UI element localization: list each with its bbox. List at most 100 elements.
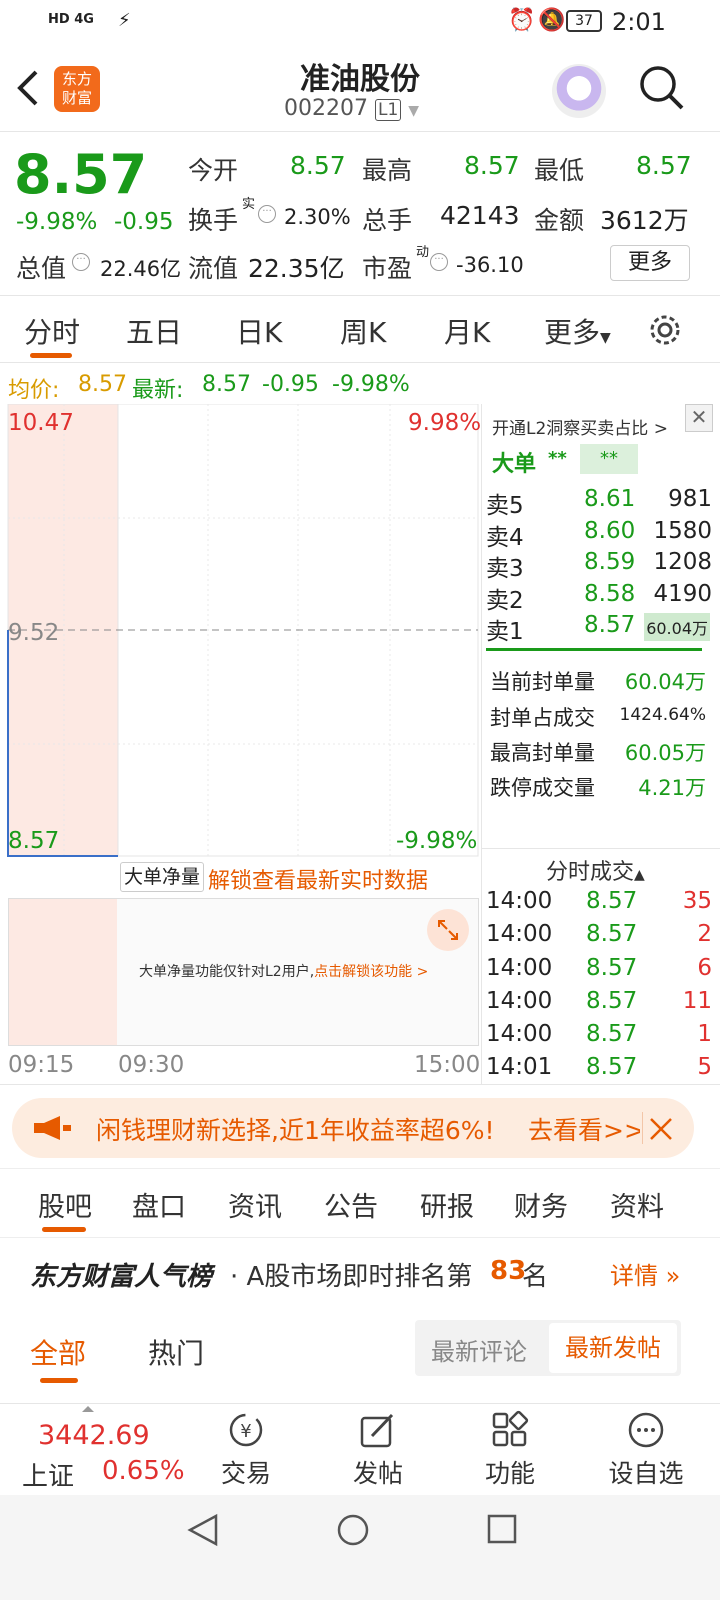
ask-volume: 4190 [653, 581, 712, 607]
ask-row[interactable]: 卖1 8.57 60.04万 [486, 612, 712, 645]
l2-notice: 大单净量功能仅针对L2用户,点击解锁该功能 > [139, 961, 428, 981]
ticks-header[interactable]: 分时成交▲ [546, 854, 645, 886]
ask-row[interactable]: 卖4 8.60 1580 [486, 518, 712, 551]
seal-value: 4.21万 [638, 776, 706, 800]
y-axis-mid: 9.52 [8, 620, 60, 646]
promo-cta[interactable]: 去看看>> [528, 1111, 640, 1147]
nav-post[interactable]: 发帖 [338, 1410, 418, 1494]
ask-row[interactable]: 卖3 8.59 1208 [486, 549, 712, 582]
avg-label: 均价: [8, 378, 60, 403]
y-axis-bottom: 8.57 [8, 828, 60, 854]
indicator-select[interactable]: 大单净量▼ [120, 862, 204, 914]
recents-square-icon[interactable] [486, 1513, 518, 1545]
turnover-value: 2.30% [284, 205, 351, 229]
app-logo[interactable]: 东方 财富 [54, 66, 100, 112]
tab-financials[interactable]: 财务 [514, 1185, 568, 1224]
nav-post-label: 发帖 [352, 1459, 403, 1488]
tab-hot[interactable]: 热门 [148, 1332, 204, 1372]
info-tabs: 股吧 盘口 资讯 公告 研报 财务 资料 [0, 1168, 720, 1238]
low-label: 最低 [534, 156, 585, 185]
indicator-chart: 大单净量功能仅针对L2用户,点击解锁该功能 > [8, 898, 479, 1046]
index-value[interactable]: 3442.69 [38, 1420, 150, 1451]
intraday-chart[interactable]: 10.47 9.52 8.57 9.98% -9.98% [0, 404, 481, 858]
info-icon[interactable]: ··· [72, 253, 90, 271]
ask-row[interactable]: 卖5 8.61 981 [486, 486, 712, 519]
tab-all[interactable]: 全部 [30, 1332, 86, 1372]
status-bar: HD 4G ⚡ ⏰ 🔕 37 2:01 [0, 0, 720, 44]
ask-label: 卖1 [486, 619, 524, 645]
change-percent: -9.98% [16, 209, 98, 235]
tab-more-label: 更多 [544, 316, 601, 349]
indicator-select-label: 大单净量 [124, 866, 201, 888]
close-icon[interactable] [648, 1116, 674, 1142]
sort-latest-comment[interactable]: 最新评论 [431, 1332, 527, 1367]
tick-volume: 1 [697, 1021, 712, 1047]
x-axis-mid: 09:30 [118, 1052, 185, 1078]
tick-price: 8.57 [586, 988, 638, 1014]
ranking-number: 83 [490, 1256, 527, 1286]
wifi-icon: ⚡ [118, 10, 131, 31]
float-value: 22.35亿 [248, 254, 345, 283]
more-button[interactable]: 更多 [610, 245, 690, 281]
ask-volume: 60.04万 [644, 613, 710, 641]
caret-down-icon: ▼ [600, 330, 611, 346]
ranking-detail-link[interactable]: 详情 » [610, 1256, 680, 1291]
volume-label: 总手 [362, 206, 413, 235]
tab-more[interactable]: 更多▼ [544, 311, 611, 351]
logo-line2: 财富 [61, 89, 92, 107]
expand-up-icon[interactable] [82, 1406, 94, 1412]
stock-code: 002207 [284, 96, 368, 121]
tab-order-book[interactable]: 盘口 [132, 1185, 186, 1224]
price-summary-line: 均价: 8.57 最新: 8.57 -0.95 -9.98% [0, 368, 480, 403]
tab-news[interactable]: 资讯 [228, 1185, 282, 1224]
tab-research[interactable]: 研报 [420, 1185, 474, 1224]
home-circle-icon[interactable] [336, 1513, 370, 1547]
sort-latest-post[interactable]: 最新发帖 [549, 1323, 677, 1373]
pe-value: -36.10 [456, 253, 524, 277]
stock-code-selector[interactable]: 002207 L1 ▼ [284, 96, 419, 121]
volume-value: 42143 [440, 201, 520, 230]
unlock-realtime-link[interactable]: 解锁查看最新实时数据 [208, 863, 428, 895]
latest-label: 最新: [132, 378, 184, 403]
tick-time: 14:00 [486, 921, 553, 947]
pe-sup: 动 [416, 245, 430, 260]
ranking-brand: 东方财富人气榜 [30, 1262, 213, 1292]
tab-announcements[interactable]: 公告 [324, 1185, 378, 1224]
ranking-text: · A股市场即时排名第 [230, 1262, 473, 1292]
info-icon[interactable]: ··· [258, 205, 276, 223]
tick-row: 14:00 8.57 1 [486, 1021, 712, 1051]
x-axis-end: 15:00 [414, 1052, 481, 1078]
tab-daily-k[interactable]: 日K [236, 311, 282, 351]
mute-icon: 🔕 [538, 8, 566, 33]
latest-value: 8.57 [202, 372, 251, 397]
tab-monthly-k[interactable]: 月K [444, 311, 490, 351]
big-order-sell: ** [580, 444, 638, 474]
close-icon[interactable]: ✕ [685, 404, 713, 432]
trade-icon: ¥ [229, 1413, 263, 1447]
tab-profile[interactable]: 资料 [610, 1185, 664, 1224]
back-triangle-icon[interactable] [186, 1513, 220, 1547]
l2-unlock-link[interactable]: 点击解锁该功能 > [314, 964, 428, 980]
expand-button[interactable] [427, 909, 469, 951]
popularity-ranking[interactable]: 东方财富人气榜 · A股市场即时排名第 83 名 详情 » [0, 1240, 720, 1302]
back-arrow-icon[interactable] [14, 68, 42, 108]
tab-weekly-k[interactable]: 周K [340, 311, 386, 351]
robot-assistant-avatar[interactable] [552, 64, 606, 118]
ticks-title: 分时成交 [546, 860, 635, 885]
tab-five-day[interactable]: 五日 [126, 311, 182, 351]
info-icon[interactable]: ··· [430, 253, 448, 271]
ask-row[interactable]: 卖2 8.58 4190 [486, 581, 712, 614]
network-indicator: HD 4G [48, 12, 94, 27]
nav-add-watchlist[interactable]: 设自选 [596, 1410, 696, 1494]
open-label: 今开 [188, 156, 239, 185]
tab-forum[interactable]: 股吧 [38, 1185, 92, 1224]
tab-intraday[interactable]: 分时 [24, 311, 80, 351]
nav-functions[interactable]: 功能 [470, 1410, 550, 1494]
promo-banner[interactable]: 闲钱理财新选择,近1年收益率超6%! 去看看>> [12, 1098, 694, 1158]
divider [482, 848, 720, 849]
l2-insight-link[interactable]: 开通L2洞察买卖占比 > [492, 414, 668, 439]
nav-trade[interactable]: ¥ 交易 [206, 1410, 286, 1494]
search-icon[interactable] [638, 64, 686, 112]
tick-row: 14:01 8.57 5 [486, 1054, 712, 1084]
settings-gear-icon[interactable] [646, 311, 684, 349]
